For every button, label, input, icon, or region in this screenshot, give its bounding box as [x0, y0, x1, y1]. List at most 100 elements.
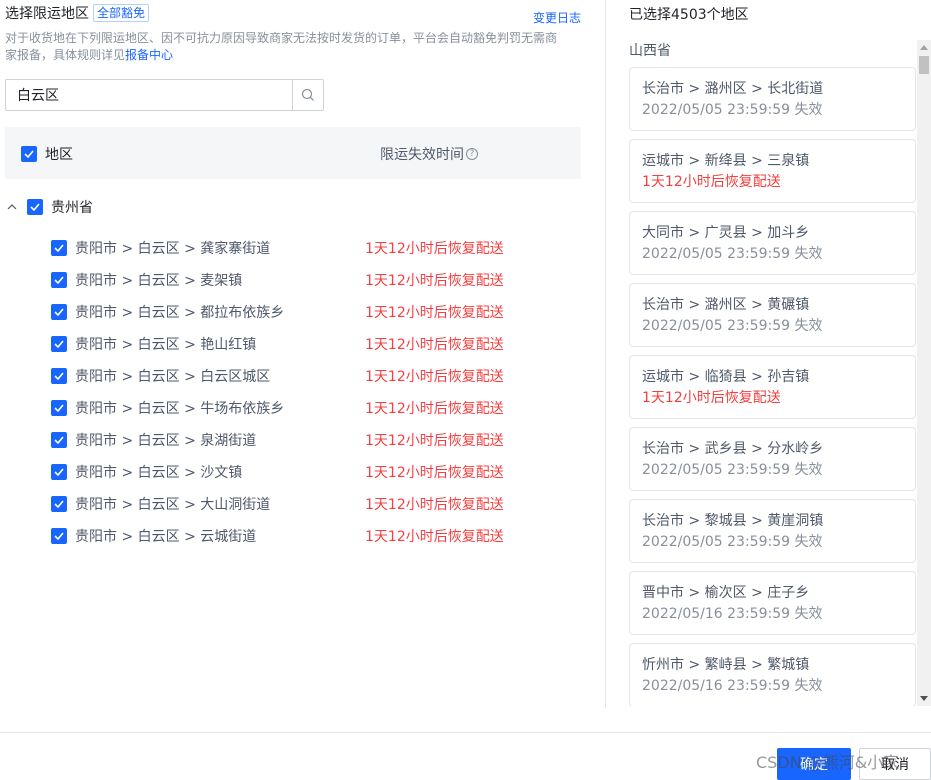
table-row: 贵阳市 > 白云区 > 艳山红镇 1天12小时后恢复配送: [51, 328, 581, 360]
change-log-link[interactable]: 变更日志: [533, 9, 581, 26]
card-subtext: 1天12小时后恢复配送: [642, 390, 781, 406]
row-checkbox[interactable]: [51, 240, 67, 256]
chevron-up-icon[interactable]: [5, 200, 19, 214]
region-status: 1天12小时后恢复配送: [365, 369, 504, 385]
region-list: 贵阳市 > 白云区 > 龚家寨街道 1天12小时后恢复配送 贵阳市 > 白云区 …: [51, 232, 581, 552]
table-row: 贵阳市 > 白云区 > 沙文镇 1天12小时后恢复配送: [51, 456, 581, 488]
region-name: 贵阳市 > 白云区 > 大山洞街道: [75, 497, 271, 513]
region-name: 贵阳市 > 白云区 > 白云区城区: [75, 369, 271, 385]
card-subtext: 2022/05/05 23:59:59 失效: [642, 318, 823, 334]
selected-region-card: 长治市 > 武乡县 > 分水岭乡 2022/05/05 23:59:59 失效: [629, 427, 916, 491]
search-button[interactable]: [292, 80, 323, 110]
region-status: 1天12小时后恢复配送: [365, 241, 504, 257]
card-path: 忻州市 > 繁峙县 > 繁城镇: [642, 657, 810, 673]
card-path: 晋中市 > 榆次区 > 庄子乡: [642, 585, 810, 601]
check-icon: [54, 404, 64, 412]
table-header: 地区 限运失效时间 ?: [5, 127, 581, 179]
card-subtext: 2022/05/16 23:59:59 失效: [642, 678, 823, 694]
row-checkbox[interactable]: [51, 464, 67, 480]
check-icon: [54, 468, 64, 476]
card-path: 运城市 > 临猗县 > 孙吉镇: [642, 369, 810, 385]
report-center-link[interactable]: 报备中心: [125, 48, 173, 62]
region-status: 1天12小时后恢复配送: [365, 497, 504, 513]
region-status: 1天12小时后恢复配送: [365, 529, 504, 545]
row-checkbox[interactable]: [51, 400, 67, 416]
scrollbar-thumb[interactable]: [919, 56, 929, 74]
region-name: 贵阳市 > 白云区 > 牛场布依族乡: [75, 401, 285, 417]
column-header-time: 限运失效时间 ?: [380, 144, 478, 164]
selected-cards: 长治市 > 潞州区 > 长北街道 2022/05/05 23:59:59 失效 …: [629, 67, 916, 706]
region-name: 贵阳市 > 白云区 > 麦架镇: [75, 273, 243, 289]
region-status: 1天12小时后恢复配送: [365, 433, 504, 449]
selected-regions-list[interactable]: 山西省 长治市 > 潞州区 > 长北街道 2022/05/05 23:59:59…: [617, 40, 931, 706]
region-name: 贵阳市 > 白云区 > 都拉布依族乡: [75, 305, 285, 321]
search-icon: [301, 88, 314, 101]
row-checkbox[interactable]: [51, 368, 67, 384]
selected-province-label: 山西省: [629, 43, 671, 59]
description: 对于收货地在下列限运地区、因不可抗力原因导致商家无法按时发货的订单，平台会自动豁…: [5, 30, 565, 64]
selected-region-card: 大同市 > 广灵县 > 加斗乡 2022/05/05 23:59:59 失效: [629, 211, 916, 275]
scroll-up-arrow-icon[interactable]: [920, 45, 928, 50]
search-box: [5, 79, 324, 111]
selected-region-card: 长治市 > 黎城县 > 黄崖洞镇 2022/05/05 23:59:59 失效: [629, 499, 916, 563]
selected-count-title: 已选择4503个地区: [629, 7, 749, 23]
check-icon: [54, 500, 64, 508]
row-checkbox[interactable]: [51, 272, 67, 288]
description-text: 对于收货地在下列限运地区、因不可抗力原因导致商家无法按时发货的订单，平台会自动豁…: [5, 31, 558, 62]
selected-region-card: 长治市 > 潞州区 > 黄碾镇 2022/05/05 23:59:59 失效: [629, 283, 916, 347]
card-subtext: 2022/05/05 23:59:59 失效: [642, 246, 823, 262]
card-path: 长治市 > 黎城县 > 黄崖洞镇: [642, 513, 824, 529]
check-icon: [30, 203, 40, 211]
region-status: 1天12小时后恢复配送: [365, 305, 504, 321]
card-path: 长治市 > 潞州区 > 黄碾镇: [642, 297, 810, 313]
region-status: 1天12小时后恢复配送: [365, 337, 504, 353]
card-subtext: 2022/05/05 23:59:59 失效: [642, 102, 823, 118]
province-row: 贵州省: [5, 197, 93, 217]
region-selector-panel: 选择限运地区 全部豁免 变更日志 对于收货地在下列限运地区、因不可抗力原因导致商…: [5, 0, 583, 706]
region-name: 贵阳市 > 白云区 > 龚家寨街道: [75, 241, 271, 257]
card-path: 大同市 > 广灵县 > 加斗乡: [642, 225, 810, 241]
check-icon: [24, 150, 34, 158]
selected-region-card: 晋中市 > 榆次区 > 庄子乡 2022/05/16 23:59:59 失效: [629, 571, 916, 635]
card-path: 长治市 > 潞州区 > 长北街道: [642, 81, 824, 97]
table-row: 贵阳市 > 白云区 > 白云区城区 1天12小时后恢复配送: [51, 360, 581, 392]
card-path: 运城市 > 新绛县 > 三泉镇: [642, 153, 810, 169]
row-checkbox[interactable]: [51, 528, 67, 544]
table-row: 贵阳市 > 白云区 > 泉湖街道 1天12小时后恢复配送: [51, 424, 581, 456]
region-status: 1天12小时后恢复配送: [365, 465, 504, 481]
row-checkbox[interactable]: [51, 496, 67, 512]
confirm-button[interactable]: 确定: [777, 748, 851, 780]
check-icon: [54, 372, 64, 380]
selected-region-card: 忻州市 > 繁峙县 > 繁城镇 2022/05/16 23:59:59 失效: [629, 643, 916, 706]
vertical-scrollbar[interactable]: [917, 40, 931, 706]
table-row: 贵阳市 > 白云区 > 麦架镇 1天12小时后恢复配送: [51, 264, 581, 296]
row-checkbox[interactable]: [51, 304, 67, 320]
table-row: 贵阳市 > 白云区 > 云城街道 1天12小时后恢复配送: [51, 520, 581, 552]
check-icon: [54, 532, 64, 540]
card-path: 长治市 > 武乡县 > 分水岭乡: [642, 441, 824, 457]
province-checkbox[interactable]: [27, 199, 43, 215]
card-subtext: 1天12小时后恢复配送: [642, 174, 781, 190]
table-row: 贵阳市 > 白云区 > 龚家寨街道 1天12小时后恢复配送: [51, 232, 581, 264]
selected-region-card: 运城市 > 临猗县 > 孙吉镇 1天12小时后恢复配送: [629, 355, 916, 419]
table-row: 贵阳市 > 白云区 > 牛场布依族乡 1天12小时后恢复配送: [51, 392, 581, 424]
select-all-checkbox[interactable]: [21, 146, 37, 162]
table-row: 贵阳市 > 白云区 > 大山洞街道 1天12小时后恢复配送: [51, 488, 581, 520]
row-checkbox[interactable]: [51, 432, 67, 448]
column-header-time-label: 限运失效时间: [380, 147, 464, 163]
check-icon: [54, 308, 64, 316]
region-name: 贵阳市 > 白云区 > 云城街道: [75, 529, 257, 545]
selected-region-card: 长治市 > 潞州区 > 长北街道 2022/05/05 23:59:59 失效: [629, 67, 916, 131]
row-checkbox[interactable]: [51, 336, 67, 352]
province-name: 贵州省: [51, 200, 93, 216]
footer-divider: [0, 732, 931, 733]
help-icon[interactable]: ?: [466, 148, 478, 160]
cancel-button[interactable]: 取消: [859, 748, 931, 780]
search-input[interactable]: [6, 80, 292, 110]
region-name: 贵阳市 > 白云区 > 艳山红镇: [75, 337, 257, 353]
region-name: 贵阳市 > 白云区 > 泉湖街道: [75, 433, 257, 449]
panel-divider: [605, 0, 606, 708]
region-name: 贵阳市 > 白云区 > 沙文镇: [75, 465, 243, 481]
scroll-down-arrow-icon[interactable]: [920, 696, 928, 701]
check-icon: [54, 340, 64, 348]
